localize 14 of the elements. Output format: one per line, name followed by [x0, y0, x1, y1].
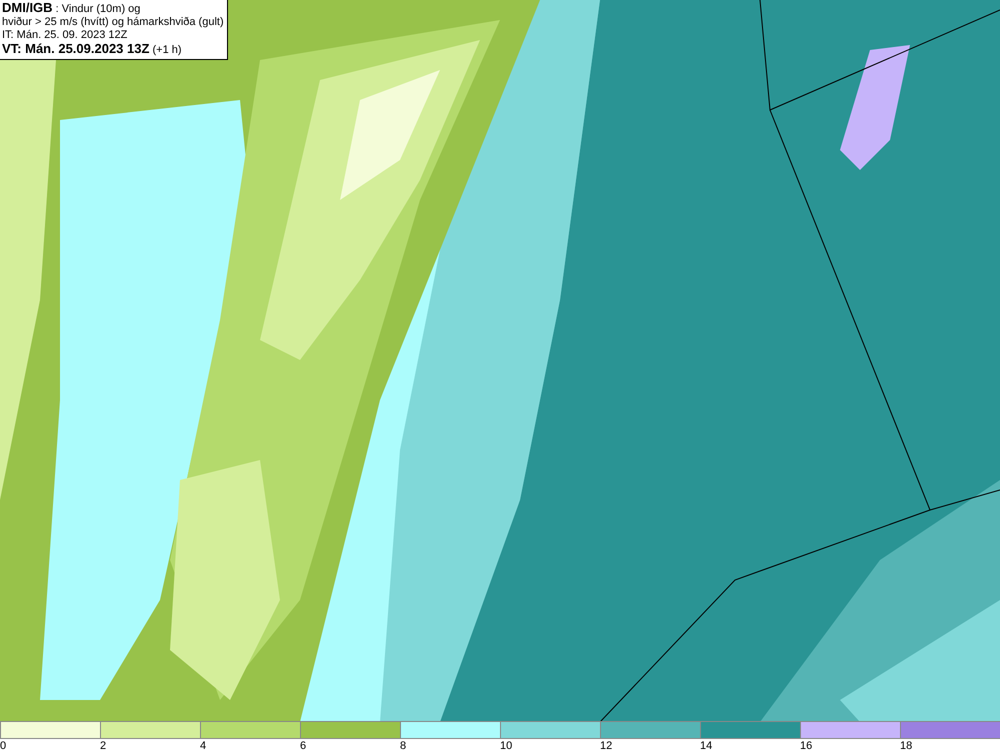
legend-label: 12	[600, 740, 612, 752]
legend-label: 18	[900, 740, 912, 752]
legend-label: 6	[300, 740, 306, 752]
legend-label: 8	[400, 740, 406, 752]
title-line: IT: Mán. 25. 09. 2023 12Z	[2, 29, 128, 42]
title-line: VT: Mán. 25.09.2023 13Z (+1 h)	[2, 42, 183, 57]
legend-label: 10	[500, 740, 512, 752]
title-line: DMI/IGB : Vindur (10m) og	[2, 1, 142, 16]
legend-label: 0	[0, 740, 6, 752]
legend-label: 16	[800, 740, 812, 752]
title-line: hviður > 25 m/s (hvítt) og hámarkshviða (gult)	[2, 16, 224, 29]
legend-label: 4	[200, 740, 206, 752]
legend-label: 14	[700, 740, 712, 752]
legend-label: 2	[100, 740, 106, 752]
